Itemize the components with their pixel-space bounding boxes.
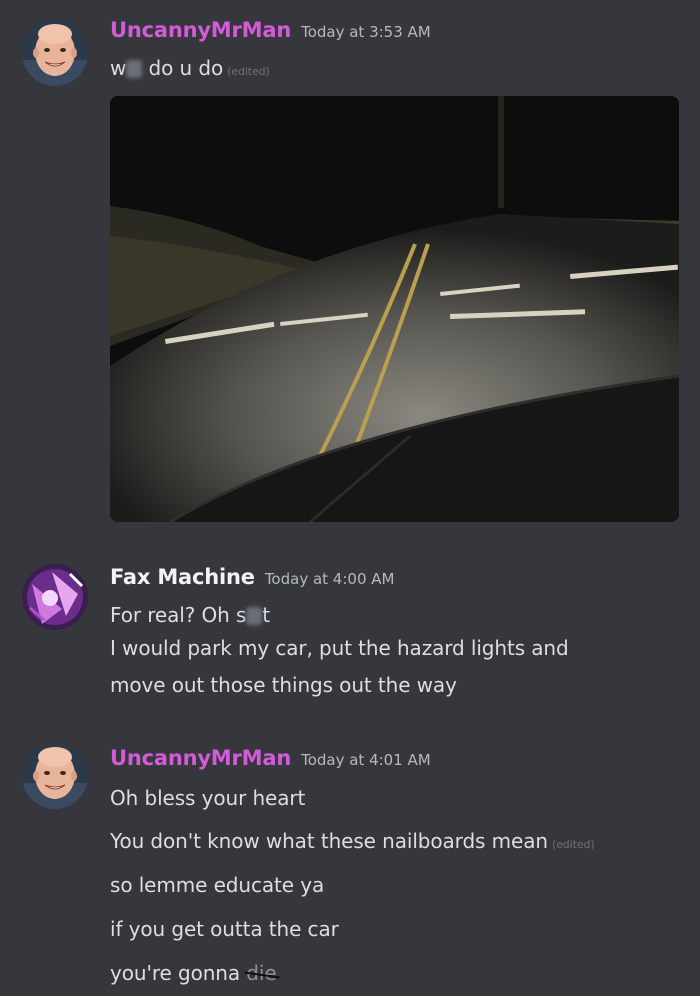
avatar-uncannymrman[interactable] (22, 20, 88, 86)
discord-chat: { "messages": [ { "username": "UncannyMr… (0, 0, 700, 996)
edited-label: (edited) (551, 838, 595, 851)
text-segment: You don't know what these nailboards mea… (110, 829, 548, 853)
timestamp: Today at 4:00 AM (264, 570, 395, 588)
timestamp: Today at 3:53 AM (301, 23, 431, 41)
message-text: Oh bless your heart (110, 786, 306, 810)
username[interactable]: UncannyMrMan (110, 746, 291, 770)
username[interactable]: Fax Machine (110, 565, 255, 589)
censored-blur (126, 60, 143, 78)
text-segment: you're gonna (110, 961, 247, 985)
message-text: For real? Oh s t (110, 603, 270, 627)
message-text: w do u do (edited) (110, 56, 270, 80)
message-text: You don't know what these nailboards mea… (110, 829, 595, 853)
avatar-faxmachine[interactable] (22, 564, 88, 630)
edited-label: (edited) (227, 65, 270, 78)
text-segment: For real? Oh s (110, 603, 247, 627)
message-text: move out those things out the way (110, 673, 457, 697)
message-text: so lemme educate ya (110, 873, 325, 897)
text-segment: w (110, 56, 127, 80)
text-segment: do u do (148, 56, 224, 80)
road-nailboards-photo (110, 96, 679, 522)
message-text: I would park my car, put the hazard ligh… (110, 636, 569, 660)
text-segment: t (262, 603, 271, 627)
bald-man-face-icon (22, 743, 88, 809)
bald-man-face-icon (22, 20, 88, 86)
message-header: UncannyMrMan Today at 4:01 AM (110, 746, 431, 770)
attached-image[interactable] (110, 96, 679, 522)
message-header: Fax Machine Today at 4:00 AM (110, 565, 394, 589)
struck-text: die (246, 961, 277, 985)
message-text: you're gonna die (110, 961, 277, 985)
message-text: if you get outta the car (110, 917, 339, 941)
avatar-uncannymrman[interactable] (22, 743, 88, 809)
censored-blur (246, 607, 263, 625)
message-header: UncannyMrMan Today at 3:53 AM (110, 18, 431, 42)
username[interactable]: UncannyMrMan (110, 18, 291, 42)
timestamp: Today at 4:01 AM (301, 751, 431, 769)
purple-anime-avatar-icon (22, 564, 88, 630)
